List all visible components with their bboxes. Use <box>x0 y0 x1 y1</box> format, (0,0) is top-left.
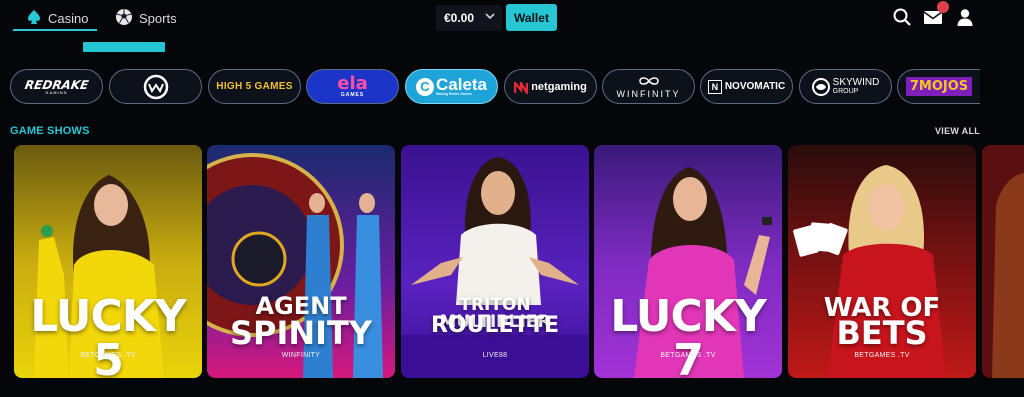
provider-redrake[interactable]: REDRAKE GAMING <box>10 69 103 104</box>
game-title: LUCKY 5 <box>30 291 186 379</box>
caleta-c-icon: C <box>415 77 434 96</box>
skywind-logo-icon <box>811 77 830 96</box>
provider-winfinity-2[interactable]: WINFINITY <box>602 69 695 104</box>
provider-skywind[interactable]: SKYWIND GROUP <box>799 69 892 104</box>
balance-value: €0.00 <box>444 11 475 25</box>
top-bar: Casino Sports €0.00 Wallet <box>0 0 1024 58</box>
infinity-icon <box>638 77 659 85</box>
game-card-lucky-7[interactable]: LUCKY 7 BETGAMES .TV <box>594 145 782 378</box>
provider-winfinity-name: WINFINITY <box>616 89 681 99</box>
promo-banner-bar[interactable] <box>83 42 165 52</box>
game-card-war-of-bets[interactable]: WAR OF BETS BETGAMES .TV <box>788 145 976 378</box>
user-icon[interactable] <box>954 6 976 28</box>
view-all-link[interactable]: VIEW ALL <box>935 126 980 136</box>
game-title-line2: SPINITY <box>229 314 373 352</box>
provider-high5[interactable]: HIGH 5 GAMES <box>208 69 301 104</box>
provider-novomatic[interactable]: N NOVOMATIC <box>700 69 793 104</box>
tab-casino-label: Casino <box>48 10 89 26</box>
provider-skywind-sub: GROUP <box>832 88 859 95</box>
game-title-line2: ROULETTE <box>430 313 560 338</box>
game-card-agent-spinity[interactable]: AGENT SPINITY WINFINITY <box>207 145 395 378</box>
game-card-lucky-5[interactable]: LUCKY 5 BETGAMES .TV <box>14 145 202 378</box>
game-title-line2: BETS <box>836 314 928 352</box>
game-artwork-partial <box>982 145 1024 378</box>
game-artwork-triton <box>401 145 589 378</box>
provider-caleta-name: Caleta <box>435 75 488 95</box>
provider-netgaming[interactable]: netgaming <box>504 69 597 104</box>
provider-netgaming-name: netgaming <box>531 80 587 93</box>
provider-7mojos-name: 7MOJOS <box>905 77 973 96</box>
provider-high5-name: HIGH 5 GAMES <box>216 81 293 92</box>
soccer-ball-icon <box>115 8 133 29</box>
provider-skywind-name: SKYWIND <box>832 77 880 88</box>
tab-sports-label: Sports <box>139 10 177 26</box>
tab-sports[interactable]: Sports <box>115 6 177 30</box>
active-tab-indicator <box>13 29 97 31</box>
netgaming-logo-icon <box>513 78 529 97</box>
provider-caleta[interactable]: C Caleta Making Better Games <box>405 69 498 104</box>
notification-badge <box>937 1 949 13</box>
game-provider: BETGAMES .TV <box>80 352 136 359</box>
provider-7mojos[interactable]: 7MOJOS <box>897 69 980 104</box>
spade-icon <box>26 9 42 28</box>
game-title: LUCKY 7 <box>610 291 766 379</box>
provider-novomatic-name: NOVOMATIC <box>724 81 786 92</box>
novomatic-logo-icon: N <box>707 79 722 94</box>
provider-winfinity-1[interactable] <box>109 69 202 104</box>
provider-ela[interactable]: ela GAMES <box>306 69 399 104</box>
provider-ela-sub: GAMES <box>340 92 365 98</box>
chevron-down-icon <box>484 10 496 25</box>
game-card-triton-multiplier-roulette[interactable]: TRITON MULTIPLIER ROULETTE LIVE88 <box>401 145 589 378</box>
balance-selector[interactable]: €0.00 <box>436 5 502 31</box>
search-icon[interactable] <box>891 6 913 28</box>
tab-casino[interactable]: Casino <box>26 6 88 30</box>
game-provider: LIVE88 <box>482 352 508 359</box>
game-provider: BETGAMES .TV <box>660 352 716 359</box>
provider-ela-name: ela <box>337 73 368 94</box>
game-provider: BETGAMES .TV <box>854 352 910 359</box>
provider-carousel: REDRAKE GAMING HIGH 5 GAMES ela GAMES C … <box>10 69 980 105</box>
section-title-game-shows: GAME SHOWS <box>10 125 90 137</box>
provider-redrake-name: REDRAKE <box>23 77 90 92</box>
wallet-button[interactable]: Wallet <box>506 4 557 31</box>
game-card-partial[interactable] <box>982 145 1024 378</box>
game-provider: WINFINITY <box>281 352 321 359</box>
winfinity-logo-icon <box>143 74 168 99</box>
